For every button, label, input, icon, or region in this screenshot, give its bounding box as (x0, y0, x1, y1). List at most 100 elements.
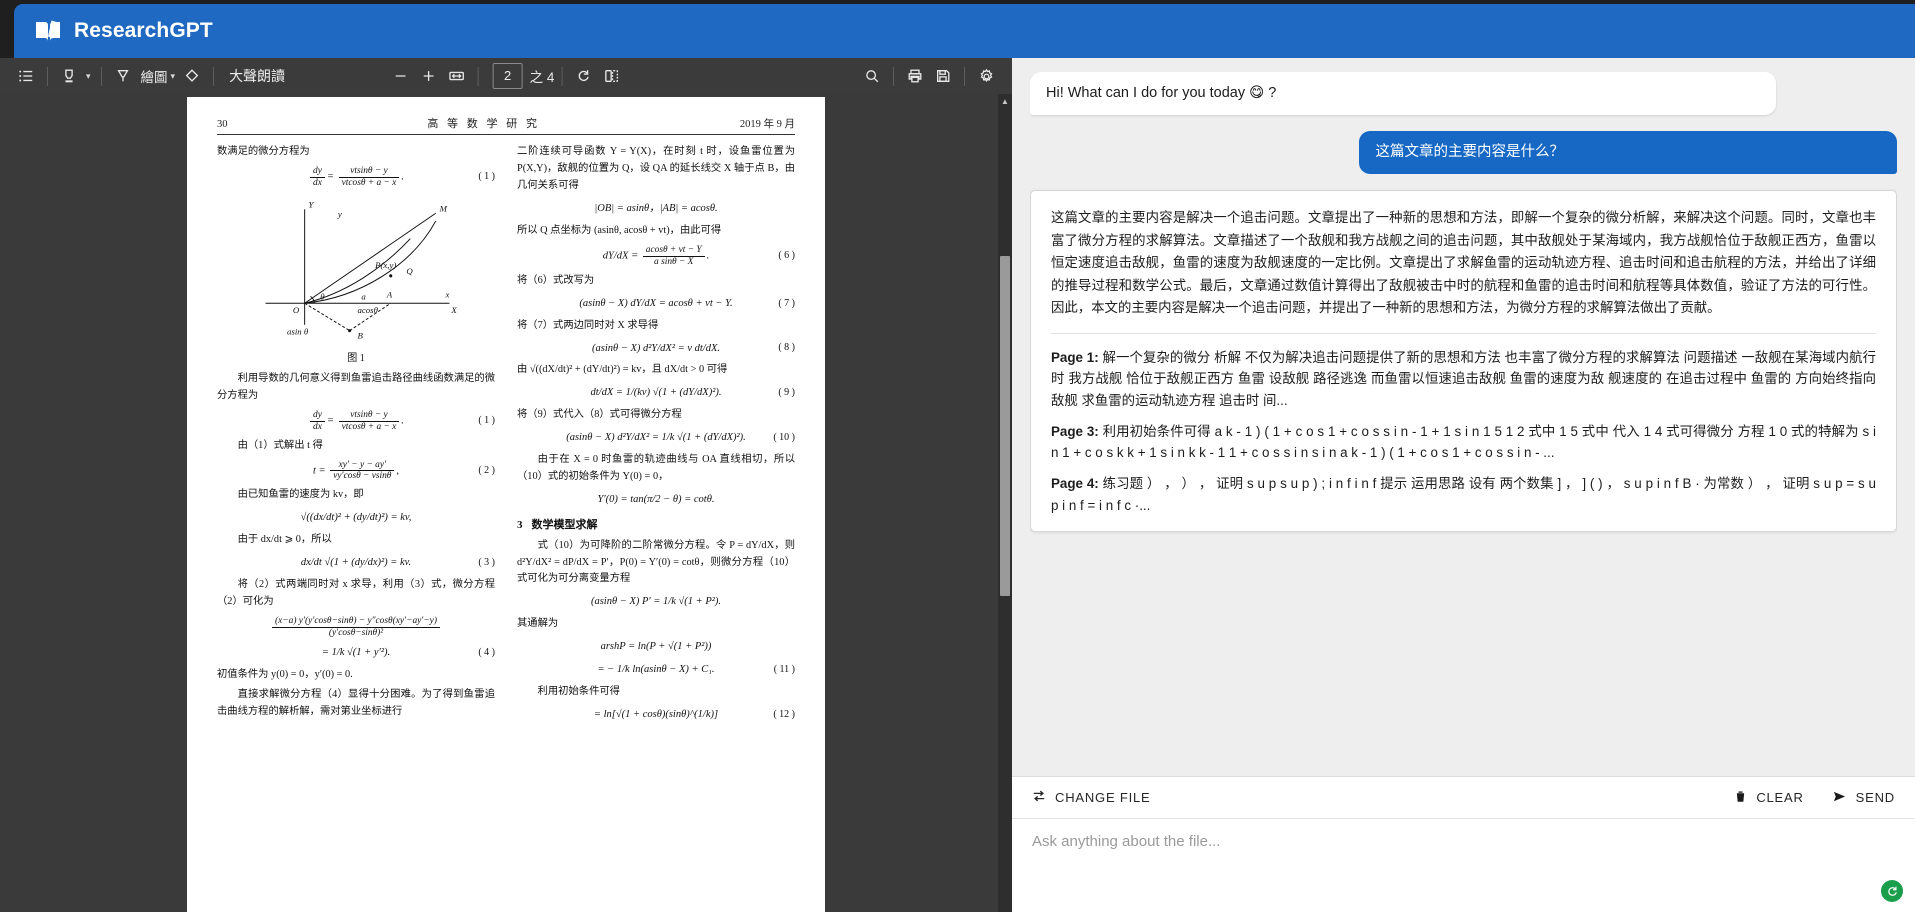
equation-body: (asinθ − X) P′ = 1/k √(1 + P²). (590, 596, 722, 608)
pdf-toolbar: ▾ 繪圖 ▾ 大聲朗讀 2 之 4 (0, 58, 1012, 94)
svg-text:P(x,y): P(x,y) (374, 260, 396, 270)
frac-num: (x−a) y′(y′cosθ−sinθ) − y″cosθ(xy′−ay′−y… (272, 616, 440, 629)
app-header: ResearchGPT (0, 0, 1915, 58)
figure-1-graphic: Yy MxX Oa P(x,y) Q A B asin θ acosθ θ (265, 199, 457, 340)
citation-page-1[interactable]: Page 1: 解一个复杂的微分 析解 不仅为解决追击问题提供了新的思想和方法 … (1051, 347, 1876, 412)
equation-8: (asinθ − X) d²Y/dX² = v dt/dX. ( 8 ) (517, 340, 795, 358)
draw-chevron-down-icon[interactable]: ▾ (168, 71, 179, 82)
svg-text:x: x (444, 289, 449, 299)
equation-12: = ln[√(1 + cosθ)(sinθ)^(1/k)] ( 12 ) (517, 706, 795, 724)
chat-message-list[interactable]: Hi! What can I do for you today 😋 ? 这篇文章… (1030, 72, 1897, 776)
paragraph: 二阶连续可导函数 Y = Y(X)，在时刻 t 时，设鱼雷位置为 P(X,Y)，… (517, 146, 795, 191)
composer-right-actions: CLEAR SEND (1734, 789, 1895, 807)
equation-tag: ( 1 ) (478, 171, 495, 183)
section-title: 数学模型求解 (531, 519, 598, 532)
paragraph: 由于在 X = 0 时鱼雷的轨迹曲线与 OA 直线相切，所以（10）式的初始条件… (517, 454, 795, 483)
equation-tag: ( 1 ) (478, 415, 495, 427)
pdf-toolbar-center: 2 之 4 (387, 62, 626, 90)
draw-label[interactable]: 繪圖 (137, 66, 168, 86)
refresh-icon[interactable] (1881, 880, 1903, 902)
citation-text: 解一个复杂的微分 析解 不仅为解决追击问题提供了新的思想和方法 也丰富了微分方程… (1051, 349, 1876, 409)
app-root: ResearchGPT ▾ 繪圖 ▾ 大聲朗讀 2 之 4 30 高 等 数 学… (0, 0, 1915, 912)
eraser-icon[interactable] (178, 62, 206, 90)
print-icon[interactable] (901, 62, 929, 90)
frac-num: xy′ − y − ay′ (330, 460, 395, 472)
gear-icon[interactable] (972, 62, 1000, 90)
zoom-in-button[interactable] (415, 62, 443, 90)
pen-icon[interactable] (109, 62, 137, 90)
rotate-icon[interactable] (569, 62, 597, 90)
equation-separable: (asinθ − X) P′ = 1/k √(1 + P²). (517, 593, 795, 611)
frac-den: a sinθ − X (654, 256, 694, 267)
send-label: SEND (1855, 790, 1895, 805)
highlighter-icon[interactable] (55, 62, 83, 90)
document-page-number: 30 (217, 119, 228, 130)
zoom-out-button[interactable] (387, 62, 415, 90)
equation-tag: ( 11 ) (773, 664, 795, 676)
scrollbar-thumb[interactable] (1000, 256, 1010, 596)
toolbar-divider (47, 66, 48, 86)
equation-tag: ( 7 ) (778, 297, 795, 309)
svg-text:M: M (438, 203, 447, 213)
citation-text: 练习题 ） ， ） ， 证明 s u p s u p ) ; i n f i n… (1051, 476, 1876, 513)
equation-body: = − 1/k ln(asinθ − X) + C₁. (597, 664, 715, 676)
equation-tag: ( 4 ) (478, 646, 495, 658)
equation-tag: ( 9 ) (778, 387, 795, 399)
pdf-vertical-scrollbar[interactable]: ▲ (998, 94, 1012, 912)
user-message: 这篇文章的主要内容是什么？ (1359, 131, 1897, 175)
equation-11: arshP = ln(P + √(1 + P²)) (517, 638, 795, 656)
equation-tag: ( 10 ) (773, 432, 795, 444)
paragraph: 利用导数的几何意义得到鱼雷追击路径曲线函数满足的微分方程为 (217, 373, 496, 402)
pdf-scroll-area[interactable]: 30 高 等 数 学 研 究 2019 年 9 月 数满足的微分方程为 dy dx… (0, 94, 1012, 912)
equation-tag: ( 6 ) (778, 249, 795, 261)
highlight-chevron-down-icon[interactable]: ▾ (83, 71, 94, 82)
toolbar-divider (213, 66, 215, 86)
equation-lhs: dY/dX = (602, 250, 639, 262)
equation-body: (asinθ − X) dY/dX = acosθ + vt − Y. (579, 297, 733, 309)
svg-text:asin θ: asin θ (287, 326, 309, 336)
svg-text:θ: θ (320, 291, 325, 301)
equation-lhs: t = (312, 465, 326, 477)
pdf-page: 30 高 等 数 学 研 究 2019 年 9 月 数满足的微分方程为 dy dx… (187, 97, 825, 912)
toc-button[interactable] (12, 62, 40, 90)
equation-9: dt/dX = 1/(kv) √(1 + (dY/dX)²). ( 9 ) (517, 384, 795, 402)
chat-input[interactable] (1012, 819, 1915, 907)
send-button[interactable]: SEND (1832, 789, 1895, 807)
paragraph: 由 √((dX/dt)² + (dY/dt)²) = kv，且 dX/dt > … (517, 364, 728, 376)
page-number-input[interactable]: 2 (492, 63, 523, 89)
equation-6: dY/dX = acosθ + vt − Ya sinθ − X. ( 6 ) (602, 244, 795, 267)
equation-body: (asinθ − X) d²Y/dX² = 1/k √(1 + (dY/dX)²… (566, 432, 746, 444)
equation-speed: √((dx/dt)² + (dy/dt)²) = kv, (217, 509, 495, 527)
toolbar-divider (964, 66, 965, 86)
change-file-button[interactable]: CHANGE FILE (1032, 789, 1150, 806)
toolbar-divider (477, 66, 479, 86)
change-file-label: CHANGE FILE (1055, 790, 1151, 805)
assistant-answer-card: 这篇文章的主要内容是解决一个追击问题。文章提出了一种新的思想和方法，即解一个复杂… (1030, 190, 1897, 532)
scroll-up-arrow-icon[interactable]: ▲ (998, 94, 1012, 108)
paragraph: 初值条件为 y(0) = 0，y′(0) = 0. (217, 668, 353, 680)
svg-text:X: X (450, 305, 457, 315)
body-split: ▾ 繪圖 ▾ 大聲朗讀 2 之 4 30 高 等 数 学 研 究 2019 年 … (0, 58, 1915, 912)
fit-page-icon[interactable] (443, 62, 471, 90)
save-icon[interactable] (929, 62, 957, 90)
paragraph: 直接求解微分方程（4）显得十分困难。为了得到鱼雷追击曲线方程的解析解，需对第业坐… (217, 688, 495, 717)
clear-button[interactable]: CLEAR (1734, 790, 1803, 806)
search-icon[interactable] (858, 62, 886, 90)
read-aloud-button[interactable]: 大聲朗讀 (221, 66, 293, 86)
toolbar-divider (893, 66, 894, 86)
swap-icon (1032, 789, 1046, 806)
paragraph: 式（10）为可降阶的二阶常微分方程。令 P = dY/dX，则 d²Y/dX² … (517, 539, 795, 585)
document-running-head: 30 高 等 数 学 研 究 2019 年 9 月 (217, 115, 795, 135)
equation-tag: ( 8 ) (778, 342, 795, 354)
paragraph: 由（1）式解出 t 得 (237, 439, 323, 451)
equation-4: (x−a) y′(y′cosθ−sinθ) − y″cosθ(xy′−ay′−y… (217, 616, 495, 639)
page-layout-icon[interactable] (597, 62, 625, 90)
equation-11-cont: = − 1/k ln(asinθ − X) + C₁. ( 11 ) (517, 661, 795, 679)
citation-page-4[interactable]: Page 4: 练习题 ） ， ） ， 证明 s u p s u p ) ; i… (1051, 473, 1876, 516)
equation-body: |OB| = asinθ，|AB| = acosθ. (594, 202, 718, 214)
document-columns: 数满足的微分方程为 dy dx = vtsinθ − y vtcosθ + a − x… (217, 144, 795, 729)
svg-text:a: a (361, 291, 366, 301)
composer-actions-bar: CHANGE FILE CLEAR SEND (1012, 777, 1915, 819)
citation-page-3[interactable]: Page 3: 利用初始条件可得 a k - 1 ) ( 1 + c o s 1… (1051, 421, 1876, 464)
answer-divider (1051, 332, 1876, 334)
